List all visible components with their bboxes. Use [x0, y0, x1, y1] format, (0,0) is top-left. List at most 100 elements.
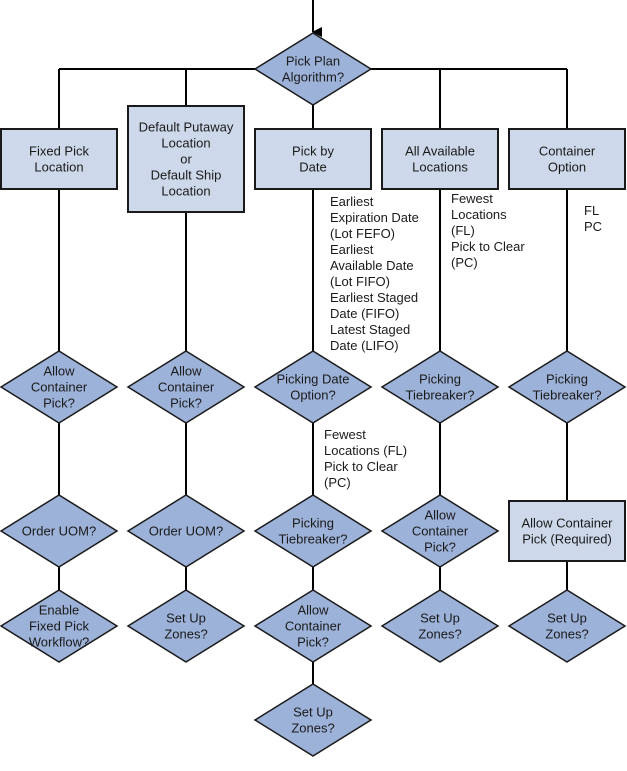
container-option-step-2-diamond-label-line: Zones?: [545, 627, 588, 642]
all-available-locations-options-note-line: Locations: [451, 207, 507, 222]
all-available-locations-options-note-line: (FL): [451, 223, 475, 238]
container-option-step-1-box-label-line: Allow Container: [521, 516, 613, 531]
fixed-pick-location-step-2-diamond[interactable]: EnableFixed PickWorkflow?: [0, 589, 119, 663]
all-available-locations-box-label-line: Locations: [412, 160, 468, 175]
default-putaway-location-step-0-diamond[interactable]: AllowContainerPick?: [126, 350, 246, 424]
nodes: Pick PlanAlgorithm?Fixed PickLocationAll…: [0, 32, 627, 757]
fixed-pick-location-step-2-diamond-label-line: Enable: [39, 603, 79, 618]
pick-by-date-step-2-diamond-label-line: Allow: [297, 603, 329, 618]
default-putaway-location-step-1-diamond[interactable]: Order UOM?: [126, 494, 246, 568]
pick-by-date-step-0-diamond-label-line: Picking Date: [277, 372, 350, 387]
default-putaway-location-step-0-diamond-label-line: Container: [158, 380, 215, 395]
pick-by-date-step-1-diamond-label-line: Tiebreaker?: [279, 532, 348, 547]
default-putaway-location-step-0-diamond-label-line: Allow: [170, 364, 202, 379]
pick-by-date-options-note-line: Date (LIFO): [330, 338, 399, 353]
default-putaway-location-step-2-diamond-label-line: Zones?: [164, 627, 207, 642]
fixed-pick-location-box-label-line: Location: [34, 160, 83, 175]
all-available-locations-step-1-diamond-label-line: Allow: [424, 508, 456, 523]
pick-by-date-options-note-line: Latest Staged: [330, 322, 410, 337]
pick-by-date-step-3-diamond-label-line: Zones?: [291, 721, 334, 736]
pick-by-date-options-note-line: Earliest Staged: [330, 290, 418, 305]
pick-by-date-step-3-diamond-label: Set UpZones?: [291, 705, 334, 736]
container-option-step-1-box[interactable]: Allow ContainerPick (Required): [508, 500, 626, 562]
all-available-locations-options-note: FewestLocations(FL)Pick to Clear(PC): [451, 191, 525, 270]
container-option-box-label-line: Container: [539, 144, 596, 159]
container-option-step-0-diamond[interactable]: PickingTiebreaker?: [507, 350, 627, 424]
default-putaway-location-box-label-line: or: [180, 152, 192, 167]
all-available-locations-options-note-line: (PC): [451, 255, 478, 270]
default-putaway-location-box[interactable]: Default PutawayLocationorDefault ShipLoc…: [127, 105, 245, 213]
container-option-step-2-diamond-label: Set UpZones?: [545, 611, 588, 642]
pick-by-date-step-1-diamond-label-line: Picking: [292, 516, 334, 531]
container-option-box[interactable]: ContainerOption: [508, 128, 626, 190]
default-putaway-location-step-1-diamond-label-line: Order UOM?: [149, 524, 223, 539]
all-available-locations-box[interactable]: All AvailableLocations: [381, 128, 499, 190]
all-available-locations-step-2-diamond-label-line: Zones?: [418, 627, 461, 642]
pick-by-date-options-note-line: Earliest: [330, 242, 374, 257]
pick-by-date-options-note-line: (Lot FEFO): [330, 226, 395, 241]
pick-by-date-step-2-diamond-label-line: Pick?: [297, 635, 329, 650]
pick-by-date-box-label-line: Pick by: [292, 144, 334, 159]
default-putaway-location-step-2-diamond-label-line: Set Up: [166, 611, 206, 626]
fixed-pick-location-box-label: Fixed PickLocation: [29, 144, 89, 175]
pick-by-date-step-0-diamond[interactable]: Picking DateOption?: [253, 350, 373, 424]
all-available-locations-box-label: All AvailableLocations: [405, 144, 475, 175]
pick-by-date-options-note-line: Available Date: [330, 258, 414, 273]
default-putaway-location-box-label-line: Default Putaway: [139, 120, 234, 135]
all-available-locations-options-note-line: Pick to Clear: [451, 239, 525, 254]
all-available-locations-step-1-diamond[interactable]: AllowContainerPick?: [380, 494, 500, 568]
pick-by-date-step-0-options-note: FewestLocations (FL)Pick to Clear(PC): [324, 427, 407, 490]
pick-by-date-step-0-options-note-line: Pick to Clear: [324, 459, 398, 474]
default-putaway-location-box-label-line: Default Ship: [151, 168, 222, 183]
container-option-step-1-box-label-line: Pick (Required): [522, 532, 612, 547]
container-option-step-1-box-label: Allow ContainerPick (Required): [521, 516, 613, 547]
fixed-pick-location-box-label-line: Fixed Pick: [29, 144, 89, 159]
pick-by-date-step-1-diamond[interactable]: PickingTiebreaker?: [253, 494, 373, 568]
container-option-step-2-diamond-label-line: Set Up: [547, 611, 587, 626]
all-available-locations-box-label-line: All Available: [405, 144, 475, 159]
pick-by-date-box-label-line: Date: [299, 160, 326, 175]
default-putaway-location-step-1-diamond-label: Order UOM?: [149, 524, 223, 539]
fixed-pick-location-step-1-diamond[interactable]: Order UOM?: [0, 494, 119, 568]
all-available-locations-step-0-diamond-label-line: Tiebreaker?: [406, 388, 475, 403]
default-putaway-location-box-label-line: Location: [161, 136, 210, 151]
pick-by-date-step-3-diamond-label-line: Set Up: [293, 705, 333, 720]
pick-by-date-step-0-diamond-label-line: Option?: [290, 388, 336, 403]
fixed-pick-location-step-2-diamond-label-line: Fixed Pick: [29, 619, 89, 634]
fixed-pick-location-step-0-diamond-label-line: Allow: [43, 364, 75, 379]
pick-by-date-box[interactable]: Pick byDate: [254, 128, 372, 190]
all-available-locations-step-0-diamond-label-line: Picking: [419, 372, 461, 387]
all-available-locations-step-1-diamond-label-line: Container: [412, 524, 469, 539]
fixed-pick-location-step-0-diamond-label-line: Pick?: [43, 396, 75, 411]
pick-by-date-step-2-diamond[interactable]: AllowContainerPick?: [253, 589, 373, 663]
fixed-pick-location-step-2-diamond-label-line: Workflow?: [29, 635, 89, 650]
container-option-options-note: FLPC: [584, 203, 602, 234]
all-available-locations-step-0-diamond[interactable]: PickingTiebreaker?: [380, 350, 500, 424]
container-option-options-note-line: PC: [584, 219, 602, 234]
container-option-step-0-diamond-label-line: Picking: [546, 372, 588, 387]
default-putaway-location-box-label-line: Location: [161, 184, 210, 199]
container-option-options-note-line: FL: [584, 203, 599, 218]
container-option-step-0-diamond-label-line: Tiebreaker?: [533, 388, 602, 403]
pick-by-date-step-0-options-note-line: Fewest: [324, 427, 366, 442]
pick-plan-algorithm-diamond-label-line: Pick Plan: [286, 54, 340, 69]
pick-by-date-step-0-options-note-line: (PC): [324, 475, 351, 490]
all-available-locations-step-2-diamond[interactable]: Set UpZones?: [380, 589, 500, 663]
all-available-locations-step-2-diamond-label-line: Set Up: [420, 611, 460, 626]
default-putaway-location-step-2-diamond-label: Set UpZones?: [164, 611, 207, 642]
container-option-step-2-diamond[interactable]: Set UpZones?: [507, 589, 627, 663]
all-available-locations-step-2-diamond-label: Set UpZones?: [418, 611, 461, 642]
default-putaway-location-step-2-diamond[interactable]: Set UpZones?: [126, 589, 246, 663]
pick-by-date-step-0-options-note-line: Locations (FL): [324, 443, 407, 458]
fixed-pick-location-step-1-diamond-label-line: Order UOM?: [22, 524, 96, 539]
fixed-pick-location-step-0-diamond[interactable]: AllowContainerPick?: [0, 350, 119, 424]
pick-by-date-step-2-diamond-label-line: Container: [285, 619, 342, 634]
fixed-pick-location-step-1-diamond-label: Order UOM?: [22, 524, 96, 539]
pick-plan-algorithm-diamond-label: Pick PlanAlgorithm?: [282, 54, 344, 85]
fixed-pick-location-box[interactable]: Fixed PickLocation: [0, 128, 118, 190]
all-available-locations-step-1-diamond-label-line: Pick?: [424, 540, 456, 555]
pick-by-date-step-3-diamond[interactable]: Set UpZones?: [253, 683, 373, 757]
pick-plan-algorithm-diamond[interactable]: Pick PlanAlgorithm?: [253, 32, 373, 106]
pick-by-date-options-note-line: Earliest: [330, 194, 374, 209]
pick-by-date-options-note-line: Date (FIFO): [330, 306, 399, 321]
